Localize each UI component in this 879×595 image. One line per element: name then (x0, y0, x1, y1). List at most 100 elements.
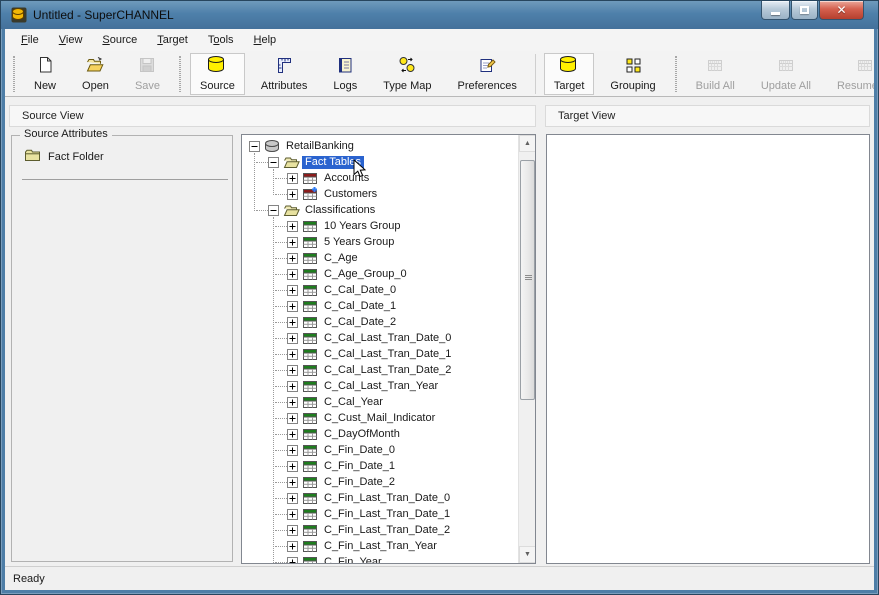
expand-plus-icon[interactable] (287, 365, 298, 379)
expand-plus-icon[interactable] (287, 253, 298, 267)
tree-item-label[interactable]: 5 Years Group (321, 236, 397, 249)
open-button[interactable]: Open (72, 53, 119, 95)
scroll-thumb[interactable] (520, 160, 535, 400)
tree-item-c-cal-date-0[interactable]: C_Cal_Date_0 (242, 283, 518, 299)
tree-item-label[interactable]: C_Cal_Last_Tran_Date_0 (321, 332, 454, 345)
tree-item-c-age[interactable]: C_Age (242, 251, 518, 267)
tree-item-label[interactable]: C_Fin_Last_Tran_Date_1 (321, 508, 453, 521)
tree-item-label[interactable]: RetailBanking (283, 140, 357, 153)
menu-help[interactable]: Help (246, 31, 285, 49)
minimize-button[interactable] (761, 1, 790, 20)
tree-item-label[interactable]: C_Cal_Last_Tran_Date_2 (321, 364, 454, 377)
target-view-panel[interactable] (546, 134, 870, 564)
tree-item-label[interactable]: C_Cal_Year (321, 396, 386, 409)
tree-item-c-fin-last-tran-year[interactable]: C_Fin_Last_Tran_Year (242, 539, 518, 555)
logs-button[interactable]: Logs (323, 53, 367, 95)
tree-item-c-cal-date-2[interactable]: C_Cal_Date_2 (242, 315, 518, 331)
tree-item-c-fin-date-2[interactable]: C_Fin_Date_2 (242, 475, 518, 491)
expand-plus-icon[interactable] (287, 429, 298, 443)
expand-plus-icon[interactable] (287, 525, 298, 539)
tree-item-c-cal-date-1[interactable]: C_Cal_Date_1 (242, 299, 518, 315)
tree-item-label[interactable]: C_Fin_Last_Tran_Date_2 (321, 524, 453, 537)
tree-item-c-fin-date-0[interactable]: C_Fin_Date_0 (242, 443, 518, 459)
maximize-button[interactable] (791, 1, 818, 20)
tree-item-classifications[interactable]: Classifications (242, 203, 518, 219)
expand-plus-icon[interactable] (287, 333, 298, 347)
tree-item-label[interactable]: C_Cust_Mail_Indicator (321, 412, 438, 425)
target-button[interactable]: Target (544, 53, 595, 95)
new-button[interactable]: New (24, 53, 66, 95)
tree-item-label[interactable]: C_Age (321, 252, 361, 265)
tree-item-label[interactable]: C_Fin_Date_1 (321, 460, 398, 473)
expand-plus-icon[interactable] (287, 413, 298, 427)
expand-plus-icon[interactable] (287, 493, 298, 507)
collapse-minus-icon[interactable] (268, 205, 279, 219)
tree-item-fact-tables[interactable]: Fact Tables (242, 155, 518, 171)
tree-item-label[interactable]: C_Fin_Year (321, 556, 385, 563)
tree-item-c-cal-last-tran-year[interactable]: C_Cal_Last_Tran_Year (242, 379, 518, 395)
tree-item-c-cust-mail-indicator[interactable]: C_Cust_Mail_Indicator (242, 411, 518, 427)
tree-item-label[interactable]: Accounts (321, 172, 372, 185)
expand-plus-icon[interactable] (287, 461, 298, 475)
expand-plus-icon[interactable] (287, 269, 298, 283)
tree-item-c-fin-last-tran-date-2[interactable]: C_Fin_Last_Tran_Date_2 (242, 523, 518, 539)
tree-item-label[interactable]: Classifications (302, 204, 378, 217)
tree-item-label[interactable]: C_Cal_Date_1 (321, 300, 399, 313)
tree-item-c-dayofmonth[interactable]: C_DayOfMonth (242, 427, 518, 443)
tree-item-label[interactable]: 10 Years Group (321, 220, 403, 233)
tree-item-c-cal-last-tran-date-2[interactable]: C_Cal_Last_Tran_Date_2 (242, 363, 518, 379)
tree-scrollbar[interactable]: ▲ ▼ (518, 135, 535, 563)
tree-item-label[interactable]: C_Cal_Date_0 (321, 284, 399, 297)
menu-source[interactable]: Source (94, 31, 145, 49)
tree-item-c-age-group-0[interactable]: C_Age_Group_0 (242, 267, 518, 283)
tree-item-c-fin-year[interactable]: C_Fin_Year (242, 555, 518, 563)
menu-file[interactable]: File (13, 31, 47, 49)
expand-plus-icon[interactable] (287, 557, 298, 563)
expand-plus-icon[interactable] (287, 541, 298, 555)
expand-plus-icon[interactable] (287, 317, 298, 331)
expand-plus-icon[interactable] (287, 301, 298, 315)
expand-plus-icon[interactable] (287, 221, 298, 235)
tree-item-label[interactable]: C_Fin_Date_0 (321, 444, 398, 457)
expand-plus-icon[interactable] (287, 397, 298, 411)
tree-item-label[interactable]: C_DayOfMonth (321, 428, 403, 441)
tree-item-label[interactable]: C_Fin_Last_Tran_Date_0 (321, 492, 453, 505)
collapse-minus-icon[interactable] (268, 157, 279, 171)
attributes-button[interactable]: Attributes (251, 53, 317, 95)
collapse-minus-icon[interactable] (249, 141, 260, 155)
tree-item-label[interactable]: C_Fin_Last_Tran_Year (321, 540, 440, 553)
expand-plus-icon[interactable] (287, 381, 298, 395)
tree-item-c-fin-date-1[interactable]: C_Fin_Date_1 (242, 459, 518, 475)
tree-item-label[interactable]: C_Cal_Last_Tran_Date_1 (321, 348, 454, 361)
tree-item-label[interactable]: Customers (321, 188, 380, 201)
tree-item-5-years-group[interactable]: 5 Years Group (242, 235, 518, 251)
tree-item-label[interactable]: C_Age_Group_0 (321, 268, 410, 281)
menu-tools[interactable]: Tools (200, 31, 242, 49)
tree-item-customers[interactable]: Customers (242, 187, 518, 203)
tree-item-retailbanking[interactable]: RetailBanking (242, 139, 518, 155)
tree-item-label[interactable]: C_Fin_Date_2 (321, 476, 398, 489)
grouping-button[interactable]: Grouping (600, 53, 665, 95)
menu-target[interactable]: Target (149, 31, 196, 49)
tree-item-10-years-group[interactable]: 10 Years Group (242, 219, 518, 235)
scroll-down-button[interactable]: ▼ (519, 546, 536, 563)
preferences-button[interactable]: Preferences (448, 53, 527, 95)
expand-plus-icon[interactable] (287, 285, 298, 299)
expand-plus-icon[interactable] (287, 509, 298, 523)
tree-item-accounts[interactable]: Accounts (242, 171, 518, 187)
expand-plus-icon[interactable] (287, 173, 298, 187)
tree-item-c-cal-last-tran-date-0[interactable]: C_Cal_Last_Tran_Date_0 (242, 331, 518, 347)
source-button[interactable]: Source (190, 53, 245, 95)
tree-item-c-cal-year[interactable]: C_Cal_Year (242, 395, 518, 411)
expand-plus-icon[interactable] (287, 445, 298, 459)
expand-plus-icon[interactable] (287, 349, 298, 363)
expand-plus-icon[interactable] (287, 477, 298, 491)
tree-item-label[interactable]: Fact Tables (302, 156, 364, 169)
tree-item-label[interactable]: C_Cal_Last_Tran_Year (321, 380, 441, 393)
tree-item-label[interactable]: C_Cal_Date_2 (321, 316, 399, 329)
type-map-button[interactable]: Type Map (373, 53, 441, 95)
tree-item-c-fin-last-tran-date-0[interactable]: C_Fin_Last_Tran_Date_0 (242, 491, 518, 507)
expand-plus-icon[interactable] (287, 237, 298, 251)
fact-folder-item[interactable]: Fact Folder (24, 148, 104, 165)
tree-item-c-fin-last-tran-date-1[interactable]: C_Fin_Last_Tran_Date_1 (242, 507, 518, 523)
